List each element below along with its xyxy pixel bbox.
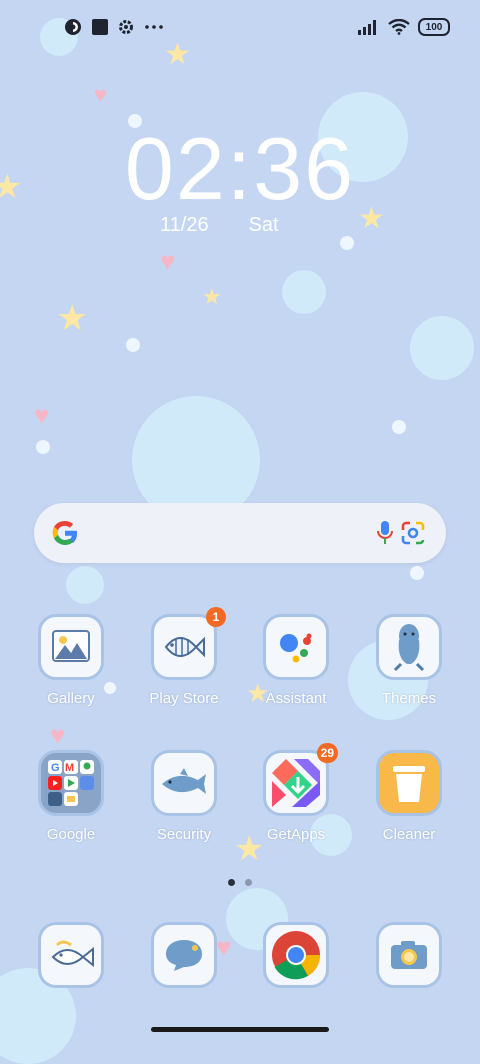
shark-icon-art (162, 768, 206, 794)
app-getapps[interactable]: 29 GetApps (251, 743, 341, 843)
bubble-decoration (410, 316, 474, 380)
square-icon (92, 19, 108, 35)
chrome-icon (263, 922, 329, 988)
app-label: Assistant (265, 690, 327, 707)
dock-phone[interactable] (26, 922, 116, 988)
phone-fish-icon-art (51, 940, 94, 968)
page-dot-active (228, 879, 235, 886)
wifi-icon (388, 19, 410, 35)
seal-icon (376, 614, 442, 680)
seal-icon-art (393, 624, 425, 672)
app-cleaner[interactable]: Cleaner (364, 750, 454, 843)
app-gallery[interactable]: Gallery (26, 614, 116, 707)
app-label: Gallery (47, 690, 95, 707)
app-label: Cleaner (382, 826, 436, 843)
dot-decoration (392, 420, 406, 434)
assistant-icon-art (280, 633, 312, 663)
dock-chrome[interactable] (251, 922, 341, 988)
status-icons-right: 100 (358, 18, 450, 36)
status-bar: 100 (0, 0, 480, 56)
signal-icon (358, 20, 376, 35)
getapps-icon-art (272, 759, 320, 807)
notification-badge: 29 (316, 743, 338, 763)
status-icons-left (64, 18, 164, 36)
app-folder-google[interactable]: G M Google (26, 750, 116, 843)
heart-decoration: ♥ (160, 246, 176, 276)
notification-badge: 1 (206, 607, 226, 627)
folder-icon: G M (38, 750, 104, 816)
chrome-icon-art (272, 931, 320, 980)
app-label: GetApps (266, 826, 326, 843)
google-search-bar[interactable] (34, 503, 446, 563)
dot-decoration (36, 440, 50, 454)
trash-icon-art (393, 766, 425, 802)
dot-decoration (410, 566, 424, 580)
camera-icon-art (391, 941, 427, 969)
gallery-icon-art (52, 630, 90, 662)
google-g-icon (52, 520, 78, 545)
camera-icon (376, 922, 442, 988)
gesture-navigation-bar[interactable] (151, 1027, 329, 1032)
more-icon (145, 25, 163, 29)
google-lens-icon[interactable] (400, 520, 426, 546)
app-themes[interactable]: Themes (364, 614, 454, 707)
page-dot (245, 879, 252, 886)
bubble-decoration (66, 566, 104, 604)
fish-icon: 1 (151, 607, 226, 680)
clock-time[interactable]: 02:36 (0, 118, 480, 220)
star-decoration: ★ (202, 284, 222, 309)
gallery-icon (38, 614, 104, 680)
phone-fish-icon (38, 922, 104, 988)
assistant-icon (263, 614, 329, 680)
app-label: Security (156, 826, 212, 843)
shark-icon (151, 750, 217, 816)
getapps-icon: 29 (263, 743, 338, 816)
page-indicator[interactable] (228, 879, 252, 886)
app-label: Play Store (149, 690, 219, 707)
clock-date-row: 11/26 Sat (160, 214, 279, 237)
gear-icon (119, 20, 133, 34)
dock-camera[interactable] (364, 922, 454, 988)
message-icon (151, 922, 217, 988)
bubble-decoration (282, 270, 326, 314)
app-label: Google (46, 826, 96, 843)
heart-decoration: ♥ (94, 82, 108, 107)
dot-decoration (126, 338, 140, 352)
svg-text:G: G (51, 762, 60, 774)
heart-decoration: ♥ (34, 400, 50, 430)
app-assistant[interactable]: Assistant (251, 614, 341, 707)
clock-date: 11/26 (160, 214, 209, 236)
app-label: Themes (381, 690, 437, 707)
message-icon-art (166, 940, 202, 971)
star-decoration: ★ (56, 297, 89, 338)
dock-messages[interactable] (139, 922, 229, 988)
trash-icon (376, 750, 442, 816)
app-icon (65, 19, 81, 35)
mic-icon[interactable] (376, 520, 394, 546)
clock-weekday: Sat (248, 214, 279, 236)
heart-decoration: ♥ (50, 720, 66, 750)
svg-text:M: M (65, 762, 74, 774)
fish-icon-art (164, 636, 205, 658)
folder-apps-grid: G M (48, 760, 94, 806)
app-play-store[interactable]: 1 Play Store (139, 607, 229, 707)
dot-decoration (340, 236, 354, 250)
app-security[interactable]: Security (139, 750, 229, 843)
battery-indicator: 100 (418, 18, 450, 36)
